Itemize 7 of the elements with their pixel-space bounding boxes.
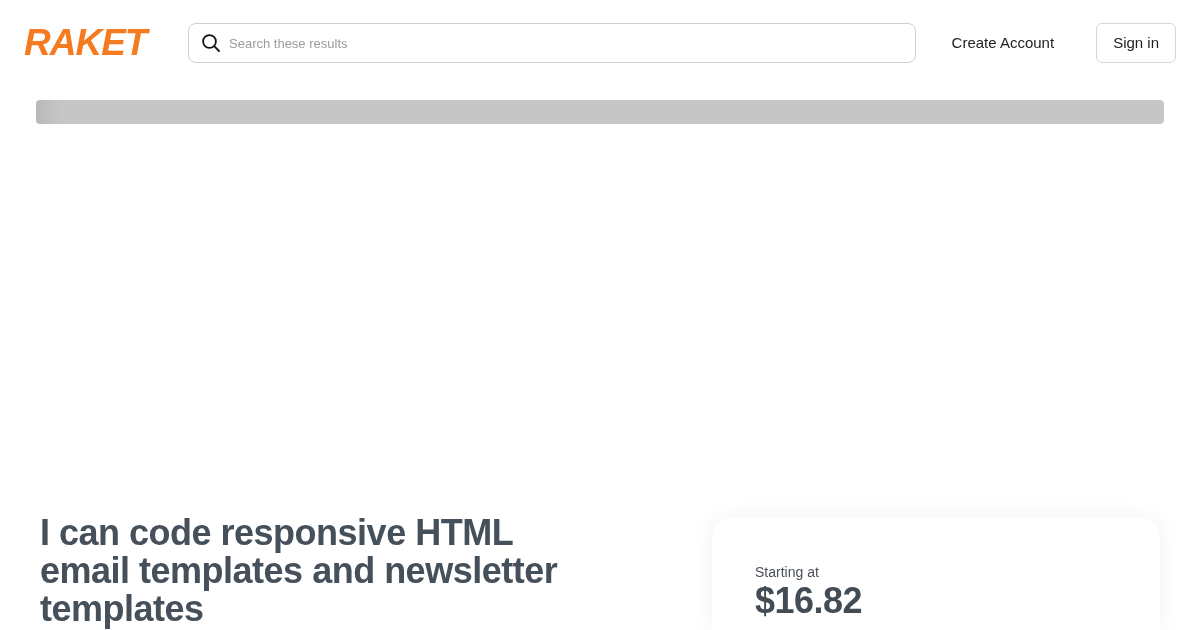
price-label: Starting at (755, 563, 819, 581)
sign-in-button[interactable]: Sign in (1096, 23, 1176, 63)
search-field[interactable]: Search these results (188, 23, 916, 63)
search-icon (202, 34, 220, 52)
price-value: $16.82 (755, 581, 863, 621)
listing-title: I can code responsive HTML email templates and newsletter templates (39, 514, 559, 628)
create-account-link[interactable]: Create Account (949, 29, 1057, 57)
